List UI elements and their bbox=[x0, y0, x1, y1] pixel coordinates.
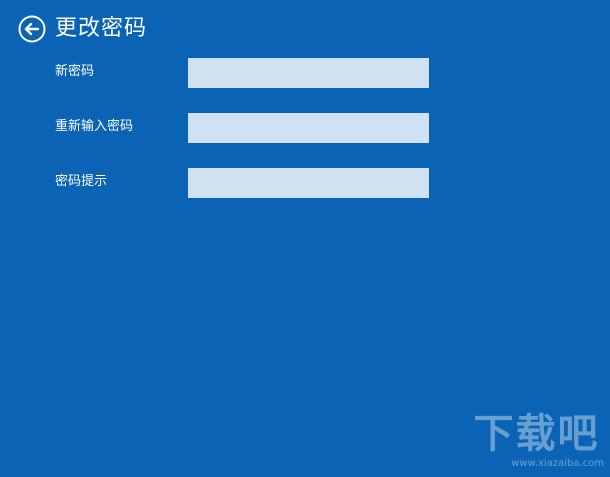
confirm-password-label: 重新输入密码 bbox=[55, 119, 134, 134]
confirm-password-row: 重新输入密码 bbox=[0, 113, 610, 143]
watermark-logo: 下载吧 www.xiazaiba.com bbox=[469, 411, 605, 473]
new-password-input[interactable] bbox=[188, 58, 429, 88]
confirm-password-input[interactable] bbox=[188, 113, 429, 143]
back-button[interactable] bbox=[17, 14, 47, 44]
watermark-url: www.xiazaiba.com bbox=[511, 458, 604, 469]
password-hint-label: 密码提示 bbox=[55, 174, 108, 189]
new-password-label: 新密码 bbox=[55, 64, 95, 79]
back-arrow-circle-icon bbox=[18, 15, 46, 43]
page-header: 更改密码 bbox=[17, 12, 147, 46]
password-hint-input[interactable] bbox=[188, 168, 429, 198]
password-hint-row: 密码提示 bbox=[0, 168, 610, 198]
watermark-logo-text: 下载吧 bbox=[473, 411, 600, 457]
page-title: 更改密码 bbox=[55, 16, 148, 41]
new-password-row: 新密码 bbox=[0, 58, 610, 88]
